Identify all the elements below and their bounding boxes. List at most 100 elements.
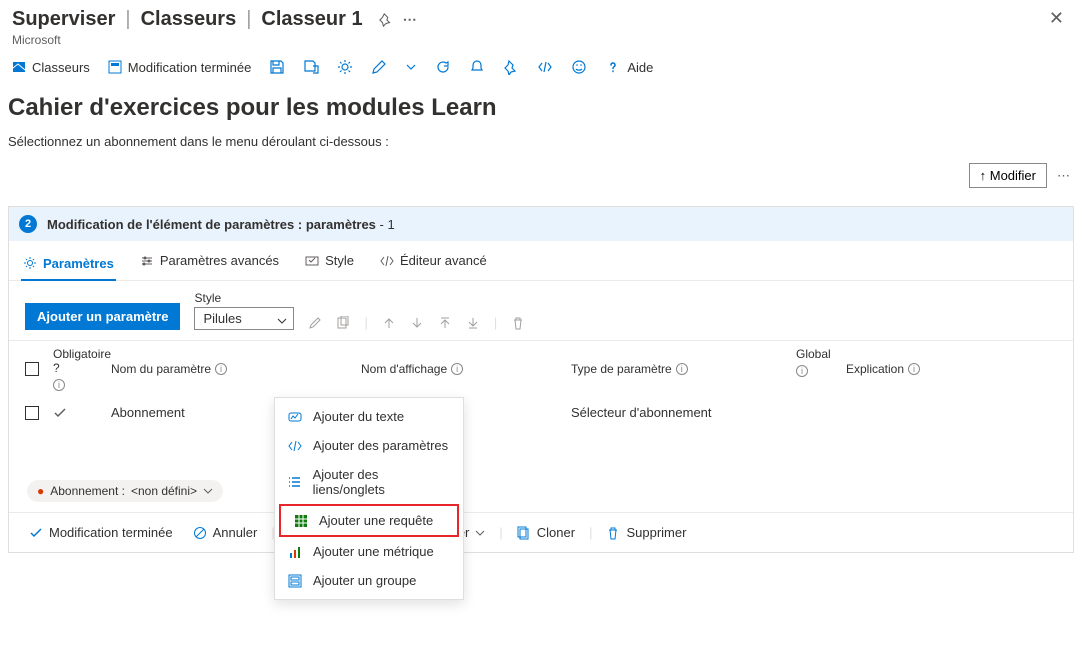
copy-param-icon[interactable] bbox=[336, 316, 350, 330]
menu-add-links-label: Ajouter des liens/onglets bbox=[313, 467, 451, 497]
done-editing-button[interactable]: Modification terminée bbox=[21, 521, 181, 544]
clone-button[interactable]: Cloner bbox=[509, 521, 583, 544]
info-icon[interactable]: i bbox=[215, 363, 227, 375]
menu-add-query-label: Ajouter une requête bbox=[319, 513, 433, 528]
more-icon[interactable]: ⋯ bbox=[403, 11, 417, 28]
info-icon[interactable]: i bbox=[53, 379, 65, 391]
group-icon bbox=[287, 574, 303, 588]
edit-button-label: ↑ Modifier bbox=[980, 168, 1036, 183]
delete-button[interactable]: Supprimer bbox=[598, 521, 694, 544]
col-param-name: Nom du paramètre bbox=[111, 362, 211, 376]
list-icon bbox=[287, 475, 303, 489]
trash-icon bbox=[606, 526, 620, 540]
params-icon bbox=[287, 439, 303, 453]
settings-icon bbox=[23, 256, 37, 270]
breadcrumb-workbooks[interactable]: Classeurs bbox=[141, 8, 237, 31]
gear-icon[interactable] bbox=[337, 59, 353, 75]
page-description: Sélectionnez un abonnement dans le menu … bbox=[0, 128, 1082, 159]
sliders-icon bbox=[140, 254, 154, 268]
tab-parameters[interactable]: Paramètres bbox=[21, 249, 116, 281]
style-select[interactable]: Pilules bbox=[194, 307, 294, 330]
delete-param-icon[interactable] bbox=[511, 316, 525, 330]
move-bottom-icon[interactable] bbox=[466, 316, 480, 330]
panel-title-suffix: - 1 bbox=[376, 217, 395, 232]
menu-add-metric-label: Ajouter une métrique bbox=[313, 544, 434, 559]
info-icon[interactable]: i bbox=[451, 363, 463, 375]
move-top-icon[interactable] bbox=[438, 316, 452, 330]
menu-add-params-label: Ajouter des paramètres bbox=[313, 438, 448, 453]
tab-parameters-label: Paramètres bbox=[43, 256, 114, 271]
panel-title: Modification de l'élément de paramètres … bbox=[47, 217, 376, 232]
breadcrumb: Superviser | Classeurs | Classeur 1 ⋯ bbox=[12, 8, 417, 31]
col-display-name: Nom d'affichage bbox=[361, 362, 447, 376]
chart-icon bbox=[287, 545, 303, 559]
table-row[interactable]: Abonnement Sélecteur d'abonnement Ajoute… bbox=[9, 397, 1073, 428]
command-bar: Classeurs Modification terminée Aide bbox=[0, 51, 1082, 84]
chevron-down-icon[interactable] bbox=[405, 61, 417, 73]
close-icon[interactable]: ✕ bbox=[1043, 8, 1070, 29]
tabs: Paramètres Paramètres avancés Style Édit… bbox=[9, 241, 1073, 281]
warning-icon: ● bbox=[37, 484, 44, 498]
row-checkbox[interactable] bbox=[25, 406, 39, 420]
edit-more-icon[interactable]: ⋯ bbox=[1057, 168, 1070, 184]
edit-done-icon bbox=[108, 60, 122, 74]
tab-editor-label: Éditeur avancé bbox=[400, 253, 487, 268]
help-button[interactable]: Aide bbox=[605, 59, 653, 75]
bell-icon[interactable] bbox=[469, 59, 485, 75]
refresh-icon[interactable] bbox=[435, 59, 451, 75]
tab-style[interactable]: Style bbox=[303, 249, 356, 272]
menu-add-query[interactable]: Ajouter une requête bbox=[279, 504, 459, 537]
tab-editor[interactable]: Éditeur avancé bbox=[378, 249, 489, 272]
breadcrumb-sep: | bbox=[246, 8, 251, 31]
tab-advanced[interactable]: Paramètres avancés bbox=[138, 249, 281, 272]
subscription-pill[interactable]: ● Abonnement : <non défini> bbox=[27, 480, 223, 502]
col-param-type: Type de paramètre bbox=[571, 362, 672, 376]
text-icon bbox=[287, 410, 303, 424]
smile-icon[interactable] bbox=[571, 59, 587, 75]
add-parameter-button[interactable]: Ajouter un paramètre bbox=[25, 303, 180, 330]
clone-icon bbox=[517, 526, 531, 540]
workbooks-icon bbox=[12, 60, 26, 74]
grid-icon bbox=[293, 514, 309, 528]
cancel-icon bbox=[193, 526, 207, 540]
col-explanation: Explication bbox=[846, 362, 904, 376]
menu-add-text[interactable]: Ajouter du texte bbox=[275, 402, 463, 431]
menu-add-group[interactable]: Ajouter un groupe bbox=[275, 566, 463, 595]
info-icon[interactable]: i bbox=[796, 365, 808, 377]
menu-add-params[interactable]: Ajouter des paramètres bbox=[275, 431, 463, 460]
select-all-checkbox[interactable] bbox=[25, 362, 39, 376]
panel-header: 2 Modification de l'élément de paramètre… bbox=[9, 207, 1073, 241]
row-param-type: Sélecteur d'abonnement bbox=[571, 405, 796, 420]
edit-done-button[interactable]: Modification terminée bbox=[108, 60, 252, 75]
breadcrumb-workbook1[interactable]: Classeur 1 bbox=[261, 8, 362, 31]
help-icon bbox=[605, 59, 621, 75]
step-badge: 2 bbox=[19, 215, 37, 233]
workbooks-button[interactable]: Classeurs bbox=[12, 60, 90, 75]
cancel-label: Annuler bbox=[213, 525, 258, 540]
code-icon[interactable] bbox=[537, 59, 553, 75]
menu-add-links[interactable]: Ajouter des liens/onglets bbox=[275, 460, 463, 504]
settings-panel: 2 Modification de l'élément de paramètre… bbox=[8, 206, 1074, 553]
pin-icon[interactable] bbox=[379, 13, 393, 27]
move-up-icon[interactable] bbox=[382, 316, 396, 330]
menu-add-metric[interactable]: Ajouter une métrique bbox=[275, 537, 463, 566]
edit-param-icon[interactable] bbox=[308, 316, 322, 330]
info-icon[interactable]: i bbox=[676, 363, 688, 375]
save-as-icon[interactable] bbox=[303, 59, 319, 75]
pencil-icon[interactable] bbox=[371, 59, 387, 75]
done-label: Modification terminée bbox=[49, 525, 173, 540]
save-icon[interactable] bbox=[269, 59, 285, 75]
cancel-button[interactable]: Annuler bbox=[185, 521, 266, 544]
pin-toolbar-icon[interactable] bbox=[503, 59, 519, 75]
info-icon[interactable]: i bbox=[908, 363, 920, 375]
menu-add-text-label: Ajouter du texte bbox=[313, 409, 404, 424]
required-check bbox=[53, 406, 111, 420]
col-required: Obligatoire ? bbox=[53, 347, 111, 375]
edit-button[interactable]: ↑ Modifier bbox=[969, 163, 1047, 188]
move-down-icon[interactable] bbox=[410, 316, 424, 330]
style-icon bbox=[305, 254, 319, 268]
tab-style-label: Style bbox=[325, 253, 354, 268]
subtitle: Microsoft bbox=[12, 33, 417, 47]
breadcrumb-supervise[interactable]: Superviser bbox=[12, 8, 115, 31]
style-field-label: Style bbox=[194, 291, 294, 305]
